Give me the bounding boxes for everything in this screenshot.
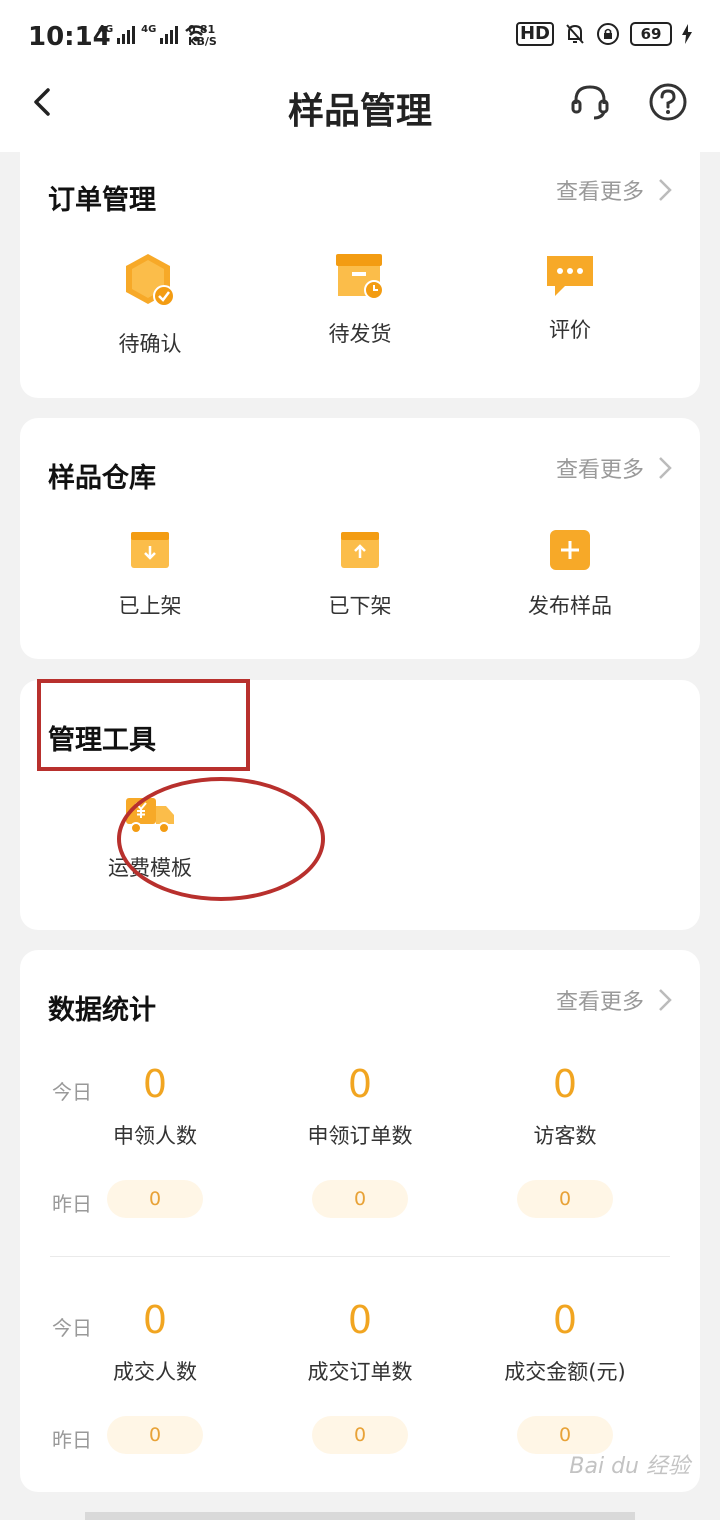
stats-row-claims: 今日 0 申领人数 0 申领订单数 0 访客数 bbox=[20, 1062, 700, 1192]
box-up-icon bbox=[341, 532, 379, 568]
stat-today-value: 0 bbox=[552, 1062, 578, 1106]
box-down-icon bbox=[131, 532, 169, 568]
stat-name: 成交订单数 bbox=[307, 1360, 413, 1384]
section-title: 订单管理 bbox=[48, 185, 156, 216]
yesterday-label: 昨日 bbox=[52, 1428, 92, 1452]
stat-today-value: 0 bbox=[347, 1298, 373, 1342]
hexagon-check-icon bbox=[126, 254, 175, 307]
warehouse-item-label: 发布样品 bbox=[528, 594, 612, 618]
yesterday-label: 昨日 bbox=[52, 1192, 92, 1216]
stat-visitors[interactable]: 0 访客数 bbox=[465, 1062, 665, 1150]
chevron-right-icon bbox=[659, 989, 672, 1011]
stats-row-deals: 今日 0 成交人数 0 成交订单数 0 成交金额(元) bbox=[20, 1298, 700, 1428]
page-title: 样品管理 bbox=[287, 91, 432, 132]
stat-name: 成交人数 bbox=[113, 1360, 197, 1384]
charging-icon bbox=[682, 24, 692, 44]
data-statistics-card: 数据统计 查看更多 今日 0 申领人数 0 申领订单数 0 访客数 昨日 0 0… bbox=[20, 950, 700, 1492]
stat-yesterday-badge: 0 bbox=[312, 1416, 408, 1454]
status-bar: 10:14 4G 4G 0.81 KB/S HD 69 bbox=[0, 0, 720, 76]
signal-icon: 4G bbox=[98, 24, 136, 44]
stat-today-value: 0 bbox=[142, 1298, 168, 1342]
status-right: HD 69 bbox=[515, 22, 692, 46]
warehouse-item-listed[interactable]: 已上架 bbox=[45, 528, 255, 620]
help-question-icon[interactable] bbox=[646, 80, 690, 124]
warehouse-item-label: 已上架 bbox=[118, 594, 182, 618]
stat-claimants[interactable]: 0 申领人数 bbox=[55, 1062, 255, 1150]
box-clock-icon bbox=[336, 254, 384, 300]
stat-yesterday-badge: 0 bbox=[312, 1180, 408, 1218]
stat-yesterday-badge: 0 bbox=[517, 1180, 613, 1218]
hd-icon: HD bbox=[515, 22, 554, 46]
stat-deal-amount[interactable]: 0 成交金额(元) bbox=[465, 1298, 665, 1386]
network-speed: 0.81 KB/S bbox=[188, 23, 217, 48]
stat-deal-orders[interactable]: 0 成交订单数 bbox=[260, 1298, 460, 1386]
stat-buyers[interactable]: 0 成交人数 bbox=[55, 1298, 255, 1386]
order-item-review[interactable]: 评价 bbox=[465, 252, 675, 358]
chevron-right-icon bbox=[659, 179, 672, 201]
bottom-bar bbox=[85, 1512, 635, 1520]
sample-warehouse-card: 样品仓库 查看更多 已上架 已下架 发布样品 bbox=[20, 418, 700, 659]
order-item-label: 待发货 bbox=[328, 322, 392, 346]
stat-today-value: 0 bbox=[347, 1062, 373, 1106]
stat-name: 成交金额(元) bbox=[504, 1360, 626, 1384]
signal-icon: 4G bbox=[141, 24, 179, 44]
lock-rotation-icon bbox=[597, 23, 619, 45]
order-item-label: 待确认 bbox=[118, 332, 182, 356]
watermark-logo: Bai du 经验 bbox=[569, 1454, 690, 1479]
stat-name: 申领人数 bbox=[113, 1124, 197, 1148]
order-management-card: 订单管理 查看更多 待确认 待发货 评价 bbox=[20, 152, 700, 398]
stat-yesterday-badge: 0 bbox=[107, 1416, 203, 1454]
warehouse-item-delisted[interactable]: 已下架 bbox=[255, 528, 465, 620]
stat-name: 访客数 bbox=[533, 1124, 597, 1148]
navigation-bar: 样品管理 bbox=[0, 76, 720, 152]
stat-name: 申领订单数 bbox=[307, 1124, 413, 1148]
highlight-ellipse bbox=[117, 777, 325, 901]
chevron-right-icon bbox=[659, 457, 672, 479]
bell-muted-icon bbox=[566, 24, 584, 44]
stat-today-value: 0 bbox=[142, 1062, 168, 1106]
highlight-rectangle bbox=[37, 679, 250, 771]
customer-service-icon[interactable] bbox=[568, 80, 612, 124]
battery-icon: 69 bbox=[630, 22, 672, 46]
divider bbox=[50, 1256, 670, 1257]
section-title: 样品仓库 bbox=[48, 463, 156, 494]
view-more-link[interactable]: 查看更多 bbox=[556, 984, 672, 1016]
warehouse-item-publish[interactable]: 发布样品 bbox=[465, 528, 675, 620]
view-more-link[interactable]: 查看更多 bbox=[556, 452, 672, 484]
view-more-link[interactable]: 查看更多 bbox=[556, 174, 672, 206]
warehouse-item-label: 已下架 bbox=[328, 594, 392, 618]
stat-today-value: 0 bbox=[552, 1298, 578, 1342]
chat-bubble-icon bbox=[547, 256, 593, 296]
section-title: 数据统计 bbox=[48, 995, 156, 1026]
order-item-label: 评价 bbox=[549, 318, 591, 342]
stat-claim-orders[interactable]: 0 申领订单数 bbox=[260, 1062, 460, 1150]
stat-yesterday-badge: 0 bbox=[107, 1180, 203, 1218]
order-item-pending-confirm[interactable]: 待确认 bbox=[45, 252, 255, 358]
order-item-pending-ship[interactable]: 待发货 bbox=[255, 252, 465, 358]
plus-square-icon bbox=[550, 530, 590, 570]
